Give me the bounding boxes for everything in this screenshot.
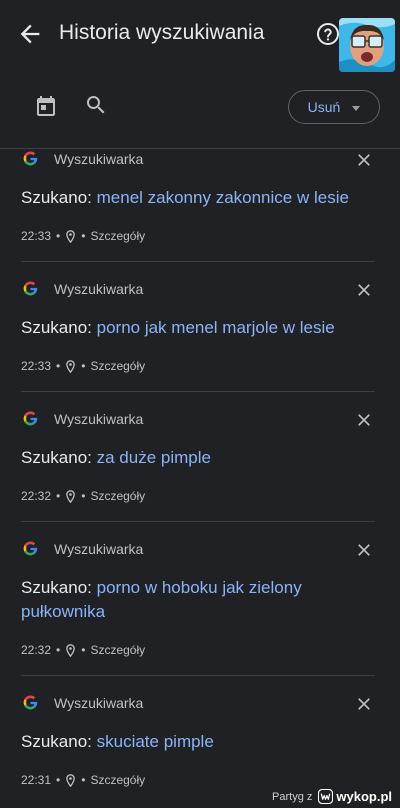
calendar-filter-button[interactable] (34, 94, 58, 118)
query-text[interactable]: skuciate pimple (97, 732, 214, 751)
avatar-image (339, 18, 395, 72)
calendar-icon (37, 96, 55, 116)
watermark: Partyg z wykop.pl (272, 789, 392, 804)
location-pin-icon (66, 643, 76, 657)
query-prefix: Szukano: (21, 578, 92, 597)
arrow-left-icon (20, 24, 40, 44)
remove-entry-button[interactable] (354, 694, 374, 714)
details-link[interactable]: Szczegóły (90, 643, 145, 657)
google-logo-icon (23, 411, 38, 426)
query-prefix: Szukano: (21, 732, 92, 751)
source-label: Wyszukiwarka (54, 411, 144, 427)
help-button[interactable] (316, 22, 340, 46)
meta-separator: • (56, 643, 61, 657)
history-entry: Wyszukiwarka Szukano: porno jak menel ma… (0, 279, 400, 392)
delete-dropdown-button[interactable]: Usuń (288, 90, 380, 124)
divider (21, 391, 375, 392)
search-query[interactable]: Szukano: skuciate pimple (21, 730, 371, 754)
meta-separator: • (81, 773, 86, 787)
entry-time: 22:33 (21, 229, 52, 243)
toolbar: Usuń (0, 80, 400, 136)
query-text[interactable]: porno jak menel marjole w lesie (97, 318, 335, 337)
entry-meta: 22:32 • • Szczegóły (21, 489, 145, 503)
close-icon (358, 544, 370, 556)
caret-down-icon (352, 105, 361, 111)
remove-entry-button[interactable] (354, 410, 374, 430)
delete-label: Usuń (307, 99, 341, 115)
history-list: Wyszukiwarka Szukano: menel zakonny zako… (0, 149, 400, 789)
query-text[interactable]: za duże pimple (97, 448, 211, 467)
query-text[interactable]: menel zakonny zakonnice w lesie (97, 188, 349, 207)
history-entry: Wyszukiwarka Szukano: porno w hoboku jak… (0, 539, 400, 676)
meta-separator: • (56, 229, 61, 243)
source-label: Wyszukiwarka (54, 695, 144, 711)
google-logo-icon (23, 695, 38, 710)
query-prefix: Szukano: (21, 188, 92, 207)
wykop-logo-icon (318, 789, 334, 804)
source-label: Wyszukiwarka (54, 281, 144, 297)
watermark-suffix: z (306, 790, 313, 803)
source-label: Wyszukiwarka (54, 151, 144, 167)
details-link[interactable]: Szczegóły (90, 359, 145, 373)
avatar[interactable] (339, 18, 395, 72)
google-logo-icon (23, 151, 38, 166)
source-label: Wyszukiwarka (54, 541, 144, 557)
meta-separator: • (56, 773, 61, 787)
entry-time: 22:33 (21, 359, 52, 373)
google-logo-icon (23, 281, 38, 296)
query-prefix: Szukano: (21, 448, 92, 467)
close-icon (358, 154, 370, 166)
app-bar: Historia wyszukiwania (0, 0, 400, 72)
search-query[interactable]: Szukano: menel zakonny zakonnice w lesie (21, 186, 371, 210)
watermark-site: wykop.pl (336, 789, 392, 804)
details-link[interactable]: Szczegóły (90, 773, 145, 787)
back-button[interactable] (16, 20, 44, 48)
entry-meta: 22:32 • • Szczegóły (21, 643, 145, 657)
search-query[interactable]: Szukano: porno jak menel marjole w lesie (21, 316, 371, 340)
entry-time: 22:32 (21, 643, 52, 657)
close-icon (358, 284, 370, 296)
entry-meta: 22:33 • • Szczegóły (21, 359, 145, 373)
page-title: Historia wyszukiwania (59, 21, 265, 44)
location-pin-icon (66, 489, 76, 503)
details-link[interactable]: Szczegóły (90, 229, 145, 243)
search-button[interactable] (84, 93, 108, 117)
search-query[interactable]: Szukano: porno w hoboku jak zielony pułk… (21, 576, 371, 624)
remove-entry-button[interactable] (354, 150, 374, 170)
meta-separator: • (81, 229, 86, 243)
meta-separator: • (81, 359, 86, 373)
location-pin-icon (66, 229, 76, 243)
google-logo-icon (23, 541, 38, 556)
location-pin-icon (66, 773, 76, 787)
location-pin-icon (66, 359, 76, 373)
query-prefix: Szukano: (21, 318, 92, 337)
history-entry: Wyszukiwarka Szukano: skuciate pimple 22… (0, 693, 400, 789)
meta-separator: • (81, 643, 86, 657)
watermark-logo: wykop.pl (318, 789, 392, 804)
search-query[interactable]: Szukano: za duże pimple (21, 446, 371, 470)
divider (21, 521, 375, 522)
meta-separator: • (81, 489, 86, 503)
remove-entry-button[interactable] (354, 540, 374, 560)
entry-meta: 22:33 • • Szczegóły (21, 229, 145, 243)
divider (21, 675, 375, 676)
divider (21, 261, 375, 262)
meta-separator: • (56, 359, 61, 373)
entry-time: 22:31 (21, 773, 52, 787)
entry-meta: 22:31 • • Szczegóły (21, 773, 145, 787)
search-icon (87, 96, 105, 114)
close-icon (358, 698, 370, 710)
watermark-username: Partyg (272, 790, 304, 803)
entry-time: 22:32 (21, 489, 52, 503)
close-icon (358, 414, 370, 426)
remove-entry-button[interactable] (354, 280, 374, 300)
history-entry: Wyszukiwarka Szukano: za duże pimple 22:… (0, 409, 400, 522)
details-link[interactable]: Szczegóły (90, 489, 145, 503)
help-circle-icon (317, 23, 339, 45)
watermark-user: Partyg z (272, 791, 312, 803)
meta-separator: • (56, 489, 61, 503)
watermark-bar: Partyg z wykop.pl (0, 789, 400, 808)
history-entry: Wyszukiwarka Szukano: menel zakonny zako… (0, 149, 400, 262)
